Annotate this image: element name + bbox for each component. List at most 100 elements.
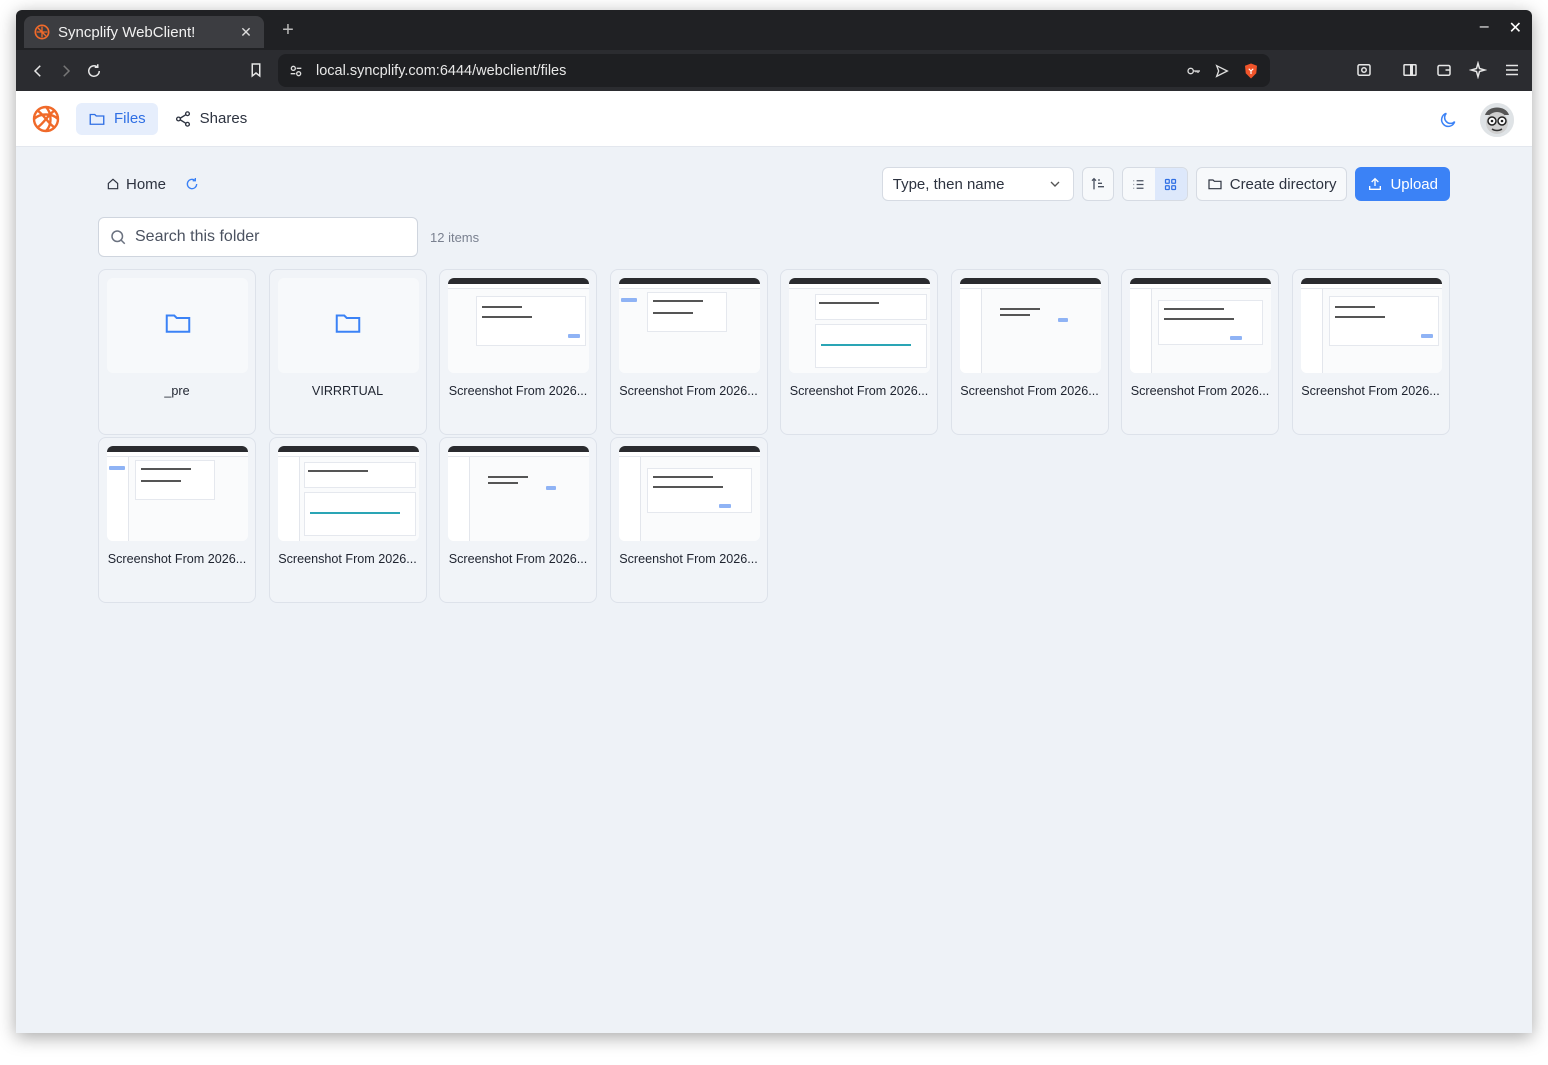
file-grid: _pre VIRRRTUAL Screenshot From 2026... Scre… [98, 269, 1450, 603]
bookmark-icon[interactable] [242, 56, 270, 84]
reload-icon[interactable] [80, 57, 108, 85]
new-tab-icon[interactable]: + [278, 19, 298, 42]
image-thumbnail [789, 278, 930, 373]
list-view-button[interactable] [1122, 168, 1155, 200]
menu-icon[interactable] [1498, 56, 1526, 84]
create-directory-button[interactable]: Create directory [1195, 167, 1348, 201]
search-row: 12 items [98, 217, 1450, 257]
browser-tab-bar: Syncplify WebClient! ✕ + – ✕ [16, 10, 1532, 50]
file-card[interactable]: Screenshot From 2026... [98, 437, 256, 603]
browser-tab[interactable]: Syncplify WebClient! ✕ [24, 16, 264, 48]
close-tab-icon[interactable]: ✕ [238, 24, 254, 41]
search-input[interactable] [135, 228, 407, 246]
image-thumbnail [618, 278, 760, 373]
leo-ai-icon[interactable] [1464, 56, 1492, 84]
create-directory-label: Create directory [1229, 175, 1337, 193]
upload-button[interactable]: Upload [1355, 167, 1450, 201]
tab-title: Syncplify WebClient! [58, 23, 196, 41]
file-name: Screenshot From 2026... [1301, 384, 1440, 398]
image-thumbnail [1130, 278, 1271, 373]
breadcrumb[interactable]: Home [98, 176, 174, 193]
image-thumbnail [618, 446, 760, 541]
window-controls: – ✕ [1480, 18, 1522, 38]
file-name: VIRRRTUAL [311, 384, 384, 398]
screenshot-preview [1300, 278, 1442, 373]
dark-mode-toggle-icon[interactable] [1438, 110, 1458, 130]
screenshot-preview [448, 446, 589, 541]
site-settings-icon[interactable] [288, 63, 304, 79]
app-header: Files Shares [16, 91, 1532, 147]
file-name: _pre [164, 384, 190, 398]
folder-icon [1208, 179, 1222, 190]
file-toolbar: Home Type, then name Create directory Up… [98, 167, 1450, 201]
back-icon[interactable] [24, 57, 52, 85]
sort-select-value: Type, then name [892, 175, 1005, 193]
screenshot-preview [618, 446, 760, 541]
file-card[interactable]: Screenshot From 2026... [439, 437, 597, 603]
folder-thumbnail [107, 278, 248, 373]
image-thumbnail [107, 446, 248, 541]
key-icon[interactable] [1186, 63, 1202, 79]
view-mode-toggle [1121, 167, 1188, 201]
refresh-icon [186, 178, 198, 190]
home-icon [107, 178, 119, 190]
file-name: Screenshot From 2026... [789, 384, 929, 398]
screenshot-preview [789, 278, 930, 373]
refresh-button[interactable] [184, 176, 200, 192]
header-actions [1438, 103, 1514, 137]
image-thumbnail [448, 278, 589, 373]
sidebar-icon[interactable] [1396, 56, 1424, 84]
file-card[interactable]: Screenshot From 2026... [268, 437, 427, 603]
screenshot-preview [618, 278, 760, 373]
image-thumbnail [448, 446, 589, 541]
folder-card[interactable]: _pre [98, 269, 256, 435]
nav-shares-label: Shares [199, 110, 248, 127]
sort-ascending-icon [1091, 177, 1104, 190]
upload-label: Upload [1390, 175, 1438, 193]
search-box[interactable] [98, 217, 418, 257]
minimize-icon[interactable]: – [1480, 18, 1489, 38]
nav-shares[interactable]: Shares [162, 103, 260, 135]
browser-toolbar: local.syncplify.com:6444/webclient/files [16, 50, 1532, 91]
file-card[interactable]: Screenshot From 2026... [950, 269, 1109, 435]
brave-shield-icon[interactable] [1242, 62, 1260, 80]
folder-icon [163, 308, 193, 343]
wallet-icon[interactable] [1430, 56, 1458, 84]
file-card[interactable]: Screenshot From 2026... [1291, 269, 1450, 435]
file-name: Screenshot From 2026... [448, 384, 588, 398]
grid-icon [1165, 178, 1177, 190]
file-name: Screenshot From 2026... [448, 552, 588, 566]
file-name: Screenshot From 2026... [278, 552, 417, 566]
file-card[interactable]: Screenshot From 2026... [609, 437, 768, 603]
grid-view-button[interactable] [1154, 168, 1187, 200]
file-browser: Home Type, then name Create directory Up… [98, 167, 1450, 603]
file-name: Screenshot From 2026... [1130, 384, 1270, 398]
file-name: Screenshot From 2026... [107, 552, 247, 566]
sort-direction-button[interactable] [1081, 167, 1114, 201]
syncplify-logo[interactable] [30, 103, 62, 135]
forward-icon[interactable] [52, 57, 80, 85]
user-avatar[interactable] [1480, 103, 1514, 137]
address-bar[interactable]: local.syncplify.com:6444/webclient/files [278, 54, 1270, 87]
screenshot-preview [448, 278, 589, 373]
file-card[interactable]: Screenshot From 2026... [609, 269, 768, 435]
screenshot-preview [959, 278, 1101, 373]
file-card[interactable]: Screenshot From 2026... [1121, 269, 1279, 435]
screenshot-icon[interactable] [1350, 56, 1378, 84]
window-close-icon[interactable]: ✕ [1509, 18, 1522, 38]
screenshot-preview [277, 446, 419, 541]
sort-select[interactable]: Type, then name [881, 167, 1074, 201]
chevron-down-icon [1050, 181, 1060, 187]
file-name: Screenshot From 2026... [960, 384, 1099, 398]
file-card[interactable]: Screenshot From 2026... [780, 269, 938, 435]
file-card[interactable]: Screenshot From 2026... [439, 269, 597, 435]
screenshot-preview [1130, 278, 1271, 373]
breadcrumb-home[interactable]: Home [126, 176, 166, 193]
nav-files[interactable]: Files [76, 102, 158, 135]
upload-icon [1369, 177, 1382, 190]
view-controls: Type, then name Create directory Upload [881, 167, 1450, 201]
file-name: Screenshot From 2026... [619, 552, 758, 566]
file-name: Screenshot From 2026... [619, 384, 758, 398]
folder-card[interactable]: VIRRRTUAL [268, 269, 427, 435]
send-icon[interactable] [1214, 63, 1230, 79]
